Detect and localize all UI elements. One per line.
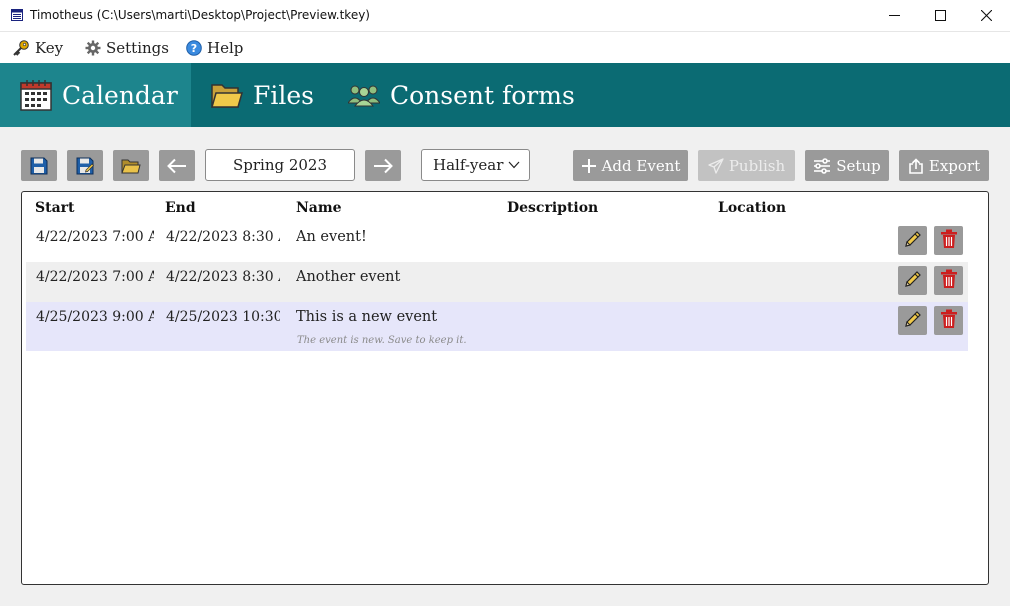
- column-header-end[interactable]: End: [165, 200, 196, 216]
- app-window-icon: [11, 9, 23, 24]
- tab-files-label: Files: [253, 80, 314, 110]
- column-header-location[interactable]: Location: [718, 200, 786, 216]
- event-end: 4/22/2023 8:30 AM: [166, 229, 280, 245]
- menu-settings[interactable]: Settings: [85, 37, 169, 59]
- event-name: An event!: [296, 229, 367, 245]
- menu-key[interactable]: Key: [12, 37, 63, 59]
- tab-calendar[interactable]: Calendar: [0, 63, 191, 127]
- tab-calendar-label: Calendar: [62, 80, 178, 110]
- edit-event-button[interactable]: [898, 266, 927, 295]
- trash-icon: [940, 309, 958, 333]
- people-icon: [348, 83, 390, 107]
- gear-icon: [85, 40, 101, 56]
- pencil-icon: [903, 269, 923, 293]
- sliders-icon: [813, 157, 831, 174]
- export-icon: [908, 157, 924, 174]
- window-title: Timotheus (C:\Users\marti\Desktop\Projec…: [30, 8, 370, 22]
- column-header-start[interactable]: Start: [35, 200, 75, 216]
- arrow-left-icon: [167, 158, 187, 174]
- event-start: 4/22/2023 7:00 AM: [36, 229, 154, 245]
- trash-icon: [940, 229, 958, 253]
- setup-button[interactable]: Setup: [805, 150, 889, 181]
- edit-event-button[interactable]: [898, 306, 927, 335]
- event-start: 4/22/2023 7:00 AM: [36, 269, 154, 285]
- event-end: 4/22/2023 8:30 AM: [166, 269, 280, 285]
- save-button[interactable]: [21, 150, 57, 181]
- tab-consent-forms[interactable]: Consent forms: [348, 63, 575, 127]
- unsaved-event-note: The event is new. Save to keep it.: [297, 335, 467, 346]
- tab-consent-forms-label: Consent forms: [390, 80, 575, 110]
- event-start: 4/25/2023 9:00 AM: [36, 309, 154, 325]
- tab-files[interactable]: Files: [211, 63, 314, 127]
- key-icon: [12, 39, 30, 57]
- event-name: Another event: [296, 269, 401, 285]
- help-icon: ?: [186, 40, 202, 56]
- svg-text:?: ?: [191, 42, 197, 55]
- delete-event-button[interactable]: [934, 306, 963, 335]
- menu-settings-label: Settings: [106, 39, 169, 57]
- arrow-right-icon: [373, 158, 393, 174]
- table-row[interactable]: 4/22/2023 7:00 AM 4/22/2023 8:30 AM An e…: [26, 222, 968, 262]
- title-bar: Timotheus (C:\Users\marti\Desktop\Projec…: [0, 0, 1010, 32]
- table-row-new[interactable]: 4/25/2023 9:00 AM 4/25/2023 10:30 AM Thi…: [26, 302, 968, 351]
- next-period-button[interactable]: [365, 150, 401, 181]
- maximize-button[interactable]: [917, 0, 963, 31]
- event-name: This is a new event: [296, 309, 438, 325]
- publish-button[interactable]: Publish: [698, 150, 795, 181]
- pencil-icon: [903, 229, 923, 253]
- menu-help-label: Help: [207, 39, 244, 57]
- previous-period-button[interactable]: [159, 150, 195, 181]
- open-folder-icon: [121, 158, 141, 174]
- export-button[interactable]: Export: [899, 150, 989, 181]
- delete-event-button[interactable]: [934, 226, 963, 255]
- calendar-icon: [20, 79, 62, 111]
- edit-event-button[interactable]: [898, 226, 927, 255]
- plus-icon: [581, 158, 597, 174]
- minimize-button[interactable]: [871, 0, 917, 31]
- menu-help[interactable]: ? Help: [186, 37, 243, 59]
- close-button[interactable]: [963, 0, 1009, 31]
- paper-plane-icon: [708, 157, 724, 174]
- open-button[interactable]: [113, 150, 149, 181]
- nav-bar: Calendar Files Consent forms: [0, 63, 1010, 127]
- pencil-icon: [903, 309, 923, 333]
- setup-label: Setup: [836, 156, 881, 175]
- add-event-label: Add Event: [601, 156, 681, 175]
- trash-icon: [940, 269, 958, 293]
- add-event-button[interactable]: Add Event: [573, 150, 688, 181]
- events-table: Start End Name Description Location 4/22…: [21, 191, 989, 585]
- save-as-icon: [76, 157, 94, 175]
- menu-key-label: Key: [35, 39, 64, 57]
- publish-label: Publish: [728, 156, 786, 175]
- column-header-description[interactable]: Description: [507, 200, 598, 216]
- folder-icon: [211, 81, 253, 109]
- save-as-button[interactable]: [67, 150, 103, 181]
- delete-event-button[interactable]: [934, 266, 963, 295]
- floppy-disk-icon: [30, 157, 48, 175]
- view-range-value: Half-year: [433, 156, 504, 174]
- menu-bar: Key Settings ? Help: [0, 32, 1010, 63]
- view-range-select[interactable]: Half-year: [421, 149, 530, 181]
- export-label: Export: [928, 156, 981, 175]
- event-end: 4/25/2023 10:30 AM: [166, 309, 280, 325]
- table-row[interactable]: 4/22/2023 7:00 AM 4/22/2023 8:30 AM Anot…: [26, 262, 968, 302]
- column-header-name[interactable]: Name: [296, 200, 342, 216]
- period-input[interactable]: [205, 149, 355, 181]
